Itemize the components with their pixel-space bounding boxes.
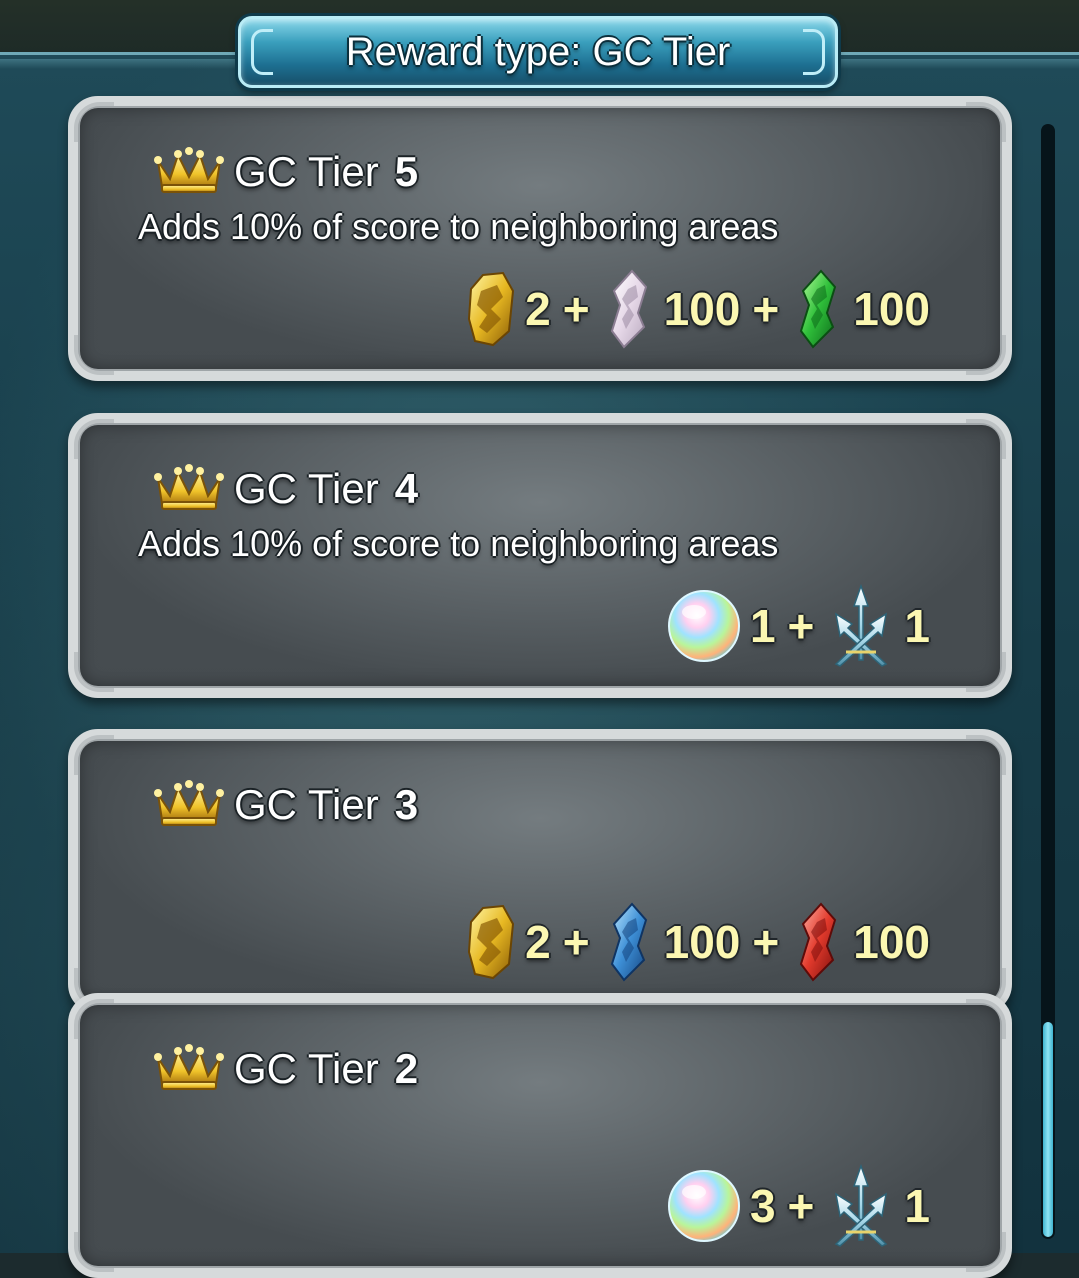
blue-shard-icon [602,902,656,982]
plus-sign: + [752,283,780,335]
tier-number: 3 [394,781,419,828]
plus-sign: + [562,916,590,968]
reward-type-tab: Reward type: GC Tier [238,16,838,88]
reward-value: 100 [663,283,741,335]
reward-value: 1 [904,600,930,652]
gold-badge-icon [463,269,517,349]
reward-list: 2 +100 +100 [463,899,940,985]
card-corner [74,335,114,375]
reward-value: 2 [525,916,551,968]
arrow-emblem-icon [826,584,896,668]
tier-number: 5 [394,148,419,195]
tier-card: GC Tier 3 2 +100 +100 [68,729,1012,1014]
reward-value: 1 [904,1180,930,1232]
tier-label: GC Tier [234,148,379,195]
crown-icon [154,778,234,833]
card-corner [966,102,1006,142]
tier-description: Adds 10% of score to neighboring areas [138,206,779,247]
green-shard-icon [791,269,845,349]
tier-card: GC Tier 2 3 +1 [68,993,1012,1278]
arrow-emblem-icon [826,1164,896,1248]
card-corner [74,652,114,692]
tier-card: GC Tier 5 Adds 10% of score to neighboring… [68,96,1012,381]
scrollbar-thumb[interactable] [1043,1022,1053,1237]
red-shard-icon [791,902,845,982]
page-title: Reward type: GC Tier [345,29,731,74]
tier-label: GC Tier [234,781,379,828]
crown-icon [154,462,234,517]
crown-icon [154,145,234,200]
reward-value: 100 [663,916,741,968]
rainbow-orb-icon [666,588,742,664]
tier-number: 4 [394,465,419,512]
reward-value: 3 [749,1180,776,1232]
reward-list: 3 +1 [666,1163,940,1249]
tier-number: 2 [394,1045,419,1092]
gold-badge-icon [463,902,517,982]
reward-list: 2 +100 +100 [463,266,940,352]
card-corner [966,735,1006,775]
transparent-shard-icon [602,269,656,349]
card-corner [966,419,1006,459]
card-corner [74,1232,114,1272]
reward-list: 1 +1 [666,583,940,669]
tier-card: GC Tier 4 Adds 10% of score to neighboring… [68,413,1012,698]
tier-label: GC Tier [234,1045,379,1092]
rainbow-orb-icon [666,1168,742,1244]
tier-heading: GC Tier 2 [154,1037,418,1101]
reward-value: 100 [853,916,930,968]
reward-value: 2 [525,283,551,335]
tier-heading: GC Tier 3 [154,773,418,837]
plus-sign: + [787,600,815,652]
card-corner [966,999,1006,1039]
tier-heading: GC Tier 5 [154,140,418,204]
plus-sign: + [752,916,780,968]
reward-value: 1 [749,600,776,652]
plus-sign: + [562,283,590,335]
crown-icon [154,1042,234,1097]
tier-label: GC Tier [234,465,379,512]
tier-heading: GC Tier 4 [154,457,418,521]
plus-sign: + [787,1180,815,1232]
tier-description: Adds 10% of score to neighboring areas [138,523,779,564]
reward-value: 100 [853,283,930,335]
